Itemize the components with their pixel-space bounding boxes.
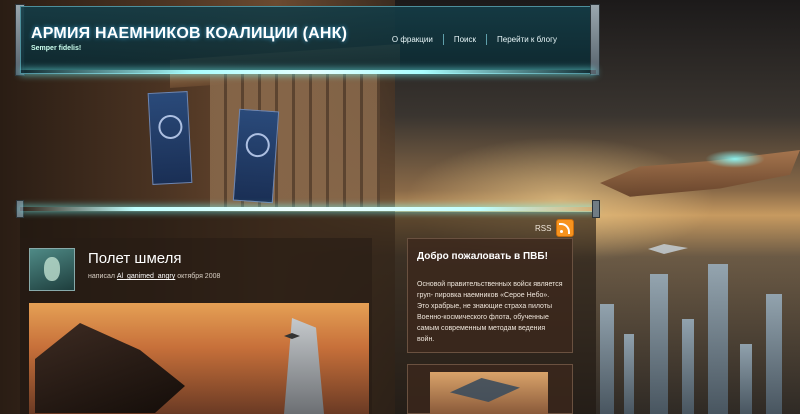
site-header: АРМИЯ НАЕМНИКОВ КОАЛИЦИИ (АНК) Semper fi… bbox=[20, 6, 596, 74]
nav-link-search[interactable]: Поиск bbox=[442, 34, 486, 45]
nav-link-about[interactable]: О фракции bbox=[382, 34, 443, 45]
site-tagline: Semper fidelis! bbox=[31, 45, 82, 52]
site-title[interactable]: АРМИЯ НАЕМНИКОВ КОАЛИЦИИ (АНК) bbox=[31, 25, 347, 43]
post-author-link[interactable]: Al_ganimed_angry bbox=[117, 273, 175, 280]
post-meta: написал Al_ganimed_angry октября 2008 bbox=[88, 273, 220, 280]
rss-link[interactable]: RSS bbox=[535, 219, 575, 237]
post-title[interactable]: Полет шмеля bbox=[88, 250, 182, 267]
post-date: октября 2008 bbox=[177, 273, 221, 280]
background-banner-flag bbox=[232, 108, 280, 204]
rail-frame-right bbox=[592, 200, 600, 218]
header-glow-rail bbox=[20, 70, 596, 74]
background-banner-flag bbox=[147, 91, 193, 185]
post-image[interactable] bbox=[29, 303, 369, 414]
author-avatar[interactable] bbox=[29, 248, 75, 291]
sidebar-image-plane bbox=[450, 378, 520, 402]
background-spaceship bbox=[600, 150, 800, 197]
flag-emblem-icon bbox=[157, 114, 184, 140]
welcome-text: Основой правительственных войск является… bbox=[417, 281, 563, 343]
avatar-portrait bbox=[44, 257, 60, 281]
rss-icon[interactable] bbox=[556, 219, 575, 237]
post-image-ship bbox=[35, 323, 185, 413]
rss-label[interactable]: RSS bbox=[535, 224, 551, 233]
content-glow-rail bbox=[20, 207, 596, 211]
sidebar-image[interactable] bbox=[430, 372, 548, 414]
background-city-skyline bbox=[590, 244, 800, 414]
post-image-tower bbox=[284, 318, 324, 414]
nav-link-blog[interactable]: Перейти к блогу bbox=[486, 34, 567, 45]
welcome-title: Добро пожаловать в ПВБ! bbox=[417, 251, 548, 262]
post-meta-prefix: написал bbox=[88, 273, 115, 280]
main-nav: О фракции Поиск Перейти к блогу bbox=[382, 34, 567, 45]
flag-emblem-icon bbox=[244, 132, 271, 158]
header-frame-right bbox=[590, 4, 600, 76]
background-ship-glow bbox=[705, 150, 765, 168]
